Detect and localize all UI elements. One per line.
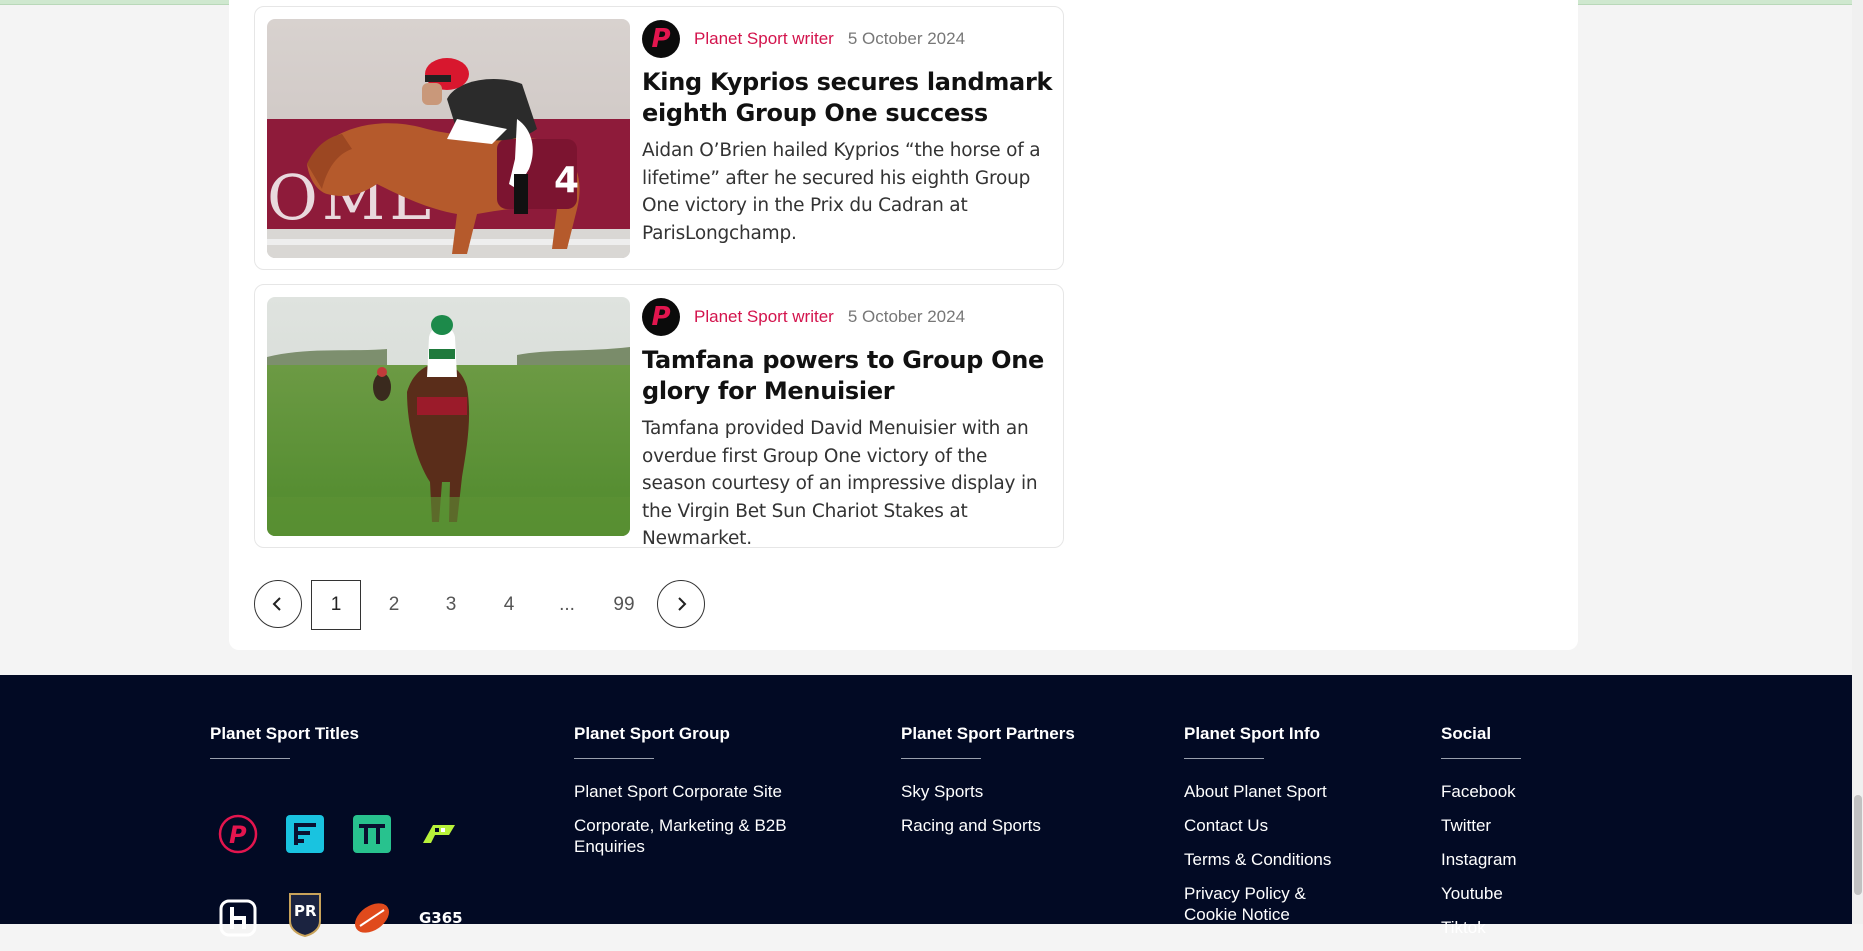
heading-underline — [1184, 758, 1264, 759]
footer-titles-column: Planet Sport Titles P PR G365 — [210, 724, 463, 937]
footer-heading: Planet Sport Titles — [210, 724, 359, 743]
chevron-left-icon — [272, 597, 281, 611]
article-author[interactable]: Planet Sport writer — [694, 29, 834, 49]
rugby-ball-icon[interactable] — [350, 896, 394, 940]
planet-rugby-icon[interactable]: PR — [283, 892, 327, 937]
article-thumbnail[interactable] — [267, 297, 630, 536]
loverugbyleague-icon[interactable] — [216, 896, 260, 940]
horse-racing-photo-icon — [267, 297, 630, 536]
footer-partners-column: Planet Sport Partners Sky Sports Racing … — [901, 724, 1075, 849]
page-3[interactable]: 3 — [426, 580, 476, 630]
footer-link-twitter[interactable]: Twitter — [1441, 815, 1521, 836]
footer-link-sky-sports[interactable]: Sky Sports — [901, 781, 1075, 802]
planet-sport-icon[interactable]: P — [216, 812, 260, 856]
page-scrollbar[interactable] — [1852, 0, 1863, 924]
footer-link-youtube[interactable]: Youtube — [1441, 883, 1521, 904]
footer-link-racing-and-sports[interactable]: Racing and Sports — [901, 815, 1075, 836]
article-date: 5 October 2024 — [847, 29, 966, 48]
article-title[interactable]: King Kyprios secures landmark eighth Gro… — [642, 67, 1057, 129]
heading-underline — [210, 758, 290, 759]
article-summary: Aidan O’Brien hailed Kyprios “the horse … — [642, 140, 1041, 244]
footer-heading: Planet Sport Group — [574, 724, 730, 743]
scrollbar-thumb[interactable] — [1854, 795, 1862, 895]
planet-sport-logo-icon: P — [642, 298, 680, 336]
footer-info-column: Planet Sport Info About Planet Sport Con… — [1184, 724, 1331, 938]
tennis365-icon[interactable] — [350, 812, 394, 856]
footer-link-privacy[interactable]: Privacy Policy & Cookie Notice — [1184, 883, 1324, 925]
footer-link-contact[interactable]: Contact Us — [1184, 815, 1331, 836]
footer-heading: Social — [1441, 724, 1492, 743]
article-title[interactable]: Tamfana powers to Group One glory for Me… — [642, 345, 1057, 407]
footer-link-instagram[interactable]: Instagram — [1441, 849, 1521, 870]
footer-link-tiktok[interactable]: Tiktok — [1441, 917, 1521, 938]
page-1[interactable]: 1 — [311, 580, 361, 630]
heading-underline — [1441, 758, 1521, 759]
article-summary: Tamfana provided David Menuisier with an… — [642, 418, 1038, 549]
previous-page-button[interactable] — [254, 580, 302, 628]
heading-underline — [574, 758, 654, 759]
footer-social-column: Social Facebook Twitter Instagram Youtub… — [1441, 724, 1521, 951]
article-thumbnail[interactable]: OME 4 — [267, 19, 630, 258]
svg-text:PR: PR — [294, 902, 317, 920]
footer-link-corporate-enquiries[interactable]: Corporate, Marketing & B2B Enquiries — [574, 815, 804, 857]
svg-text:4: 4 — [554, 160, 579, 201]
footer-group-column: Planet Sport Group Planet Sport Corporat… — [574, 724, 804, 870]
football365-icon[interactable] — [283, 812, 327, 856]
planetf1-icon[interactable] — [417, 812, 461, 856]
article-date: 5 October 2024 — [847, 307, 966, 326]
footer-link-about[interactable]: About Planet Sport — [1184, 781, 1331, 802]
footer-link-terms[interactable]: Terms & Conditions — [1184, 849, 1331, 870]
page-4[interactable]: 4 — [484, 580, 534, 630]
chevron-right-icon — [678, 597, 687, 611]
heading-underline — [901, 758, 981, 759]
golf365-icon[interactable]: G365 — [417, 896, 467, 940]
footer-heading: Planet Sport Info — [1184, 724, 1320, 743]
svg-text:P: P — [229, 821, 247, 849]
page-2[interactable]: 2 — [369, 580, 419, 630]
article-meta: P Planet Sport writer 5 October 2024 — [642, 297, 965, 337]
next-page-button[interactable] — [657, 580, 705, 628]
article-card[interactable]: P Planet Sport writer 5 October 2024 Tam… — [254, 284, 1064, 549]
footer-link-corporate-site[interactable]: Planet Sport Corporate Site — [574, 781, 804, 802]
footer-link-facebook[interactable]: Facebook — [1441, 781, 1521, 802]
svg-text:G365: G365 — [419, 909, 463, 927]
planet-sport-logo-icon: P — [642, 20, 680, 58]
article-meta: P Planet Sport writer 5 October 2024 — [642, 19, 965, 59]
footer-heading: Planet Sport Partners — [901, 724, 1075, 743]
horse-racing-photo-icon: OME 4 — [267, 19, 630, 258]
article-author[interactable]: Planet Sport writer — [694, 307, 834, 327]
page-ellipsis: ... — [559, 594, 575, 615]
site-footer: Planet Sport Titles P PR G365 Planet Spo… — [0, 675, 1852, 937]
article-card[interactable]: OME 4 P Planet Sport writer 5 October 20… — [254, 6, 1064, 270]
page-99[interactable]: 99 — [599, 580, 649, 630]
